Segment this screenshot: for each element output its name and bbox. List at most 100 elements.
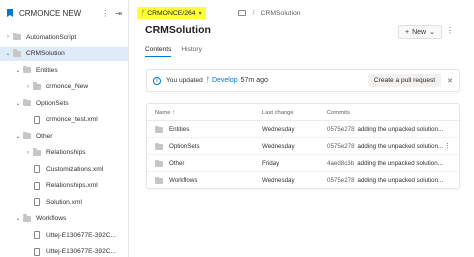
plus-icon: + (405, 28, 410, 36)
info-icon: i (153, 76, 161, 85)
chevron-down-icon: ▾ (198, 10, 202, 17)
folder-icon (22, 98, 32, 107)
commit-message: adding the unpacked solution... (357, 160, 443, 167)
commit-hash-link[interactable]: 0575e278 (327, 177, 355, 184)
row-name-label: Workflows (169, 177, 198, 184)
banner-branch-link[interactable]: ᚠ Develop (206, 77, 238, 84)
row-name[interactable]: OptionSets (155, 142, 200, 150)
tree-item-label: OptionSets (36, 99, 69, 107)
more-actions-icon[interactable]: ⋮ (446, 26, 454, 35)
table-row[interactable]: Workflows Wednesday 0575e278 adding the unp… (147, 172, 459, 189)
tree-item-label: crmonce_test.xml (46, 116, 98, 123)
breadcrumb[interactable]: CRMSolution (261, 10, 301, 17)
tree-item[interactable]: Customizations.xml (0, 162, 128, 176)
repo-icon (4, 7, 16, 19)
column-header-last-change: Last change (262, 110, 294, 116)
row-name[interactable]: Entities (155, 125, 189, 133)
folder-icon (155, 176, 163, 184)
tree-item-label: Uttej-E130677E-392C... (46, 231, 117, 239)
branch-selector[interactable]: ᚠ CRMONCE/264 ▾ (137, 7, 206, 19)
file-tree-sidebar: CRMONCE NEW ⋮ ⇥ › AutomationScript ⌄ CRMSol… (0, 0, 129, 257)
chevron-down-icon[interactable]: ⌄ (14, 215, 22, 222)
tree-item[interactable]: Uttej-E130677E-392C... (0, 228, 128, 242)
row-last-change: Friday (262, 160, 280, 167)
close-icon[interactable]: ✕ (447, 77, 453, 85)
chevron-right-icon[interactable]: › (4, 34, 12, 40)
repo-name[interactable]: CRMONCE NEW (19, 9, 81, 18)
repo-header: CRMONCE NEW ⋮ ⇥ (0, 0, 128, 26)
row-last-change: Wednesday (262, 126, 295, 133)
chevron-down-icon[interactable]: ⌄ (4, 50, 12, 57)
new-button-label: New (412, 28, 427, 36)
commit-message: adding the unpacked solution... (357, 126, 444, 133)
row-name-label: Other (169, 160, 185, 167)
folder-icon[interactable] (237, 10, 246, 16)
banner-text: You updated (166, 77, 203, 84)
tree-item-label: CRMSolution (26, 50, 65, 57)
table-row[interactable]: Entities Wednesday 0575e278 adding the unpa… (147, 121, 459, 138)
row-name[interactable]: Workflows (155, 176, 198, 184)
tree-item[interactable]: Relationships.xml (0, 179, 128, 193)
chevron-down-icon[interactable]: ⌄ (14, 67, 22, 74)
folder-icon (22, 214, 32, 223)
tree-item[interactable]: › Relationships (0, 146, 128, 160)
tree-item[interactable]: ⌄ Other (0, 129, 128, 143)
commit-message: adding the unpacked solution... (357, 177, 444, 184)
create-pull-request-button[interactable]: Create a pull request (367, 74, 442, 87)
top-bar: ᚠ CRMONCE/264 ▾ / CRMSolution (137, 6, 301, 20)
tree-item-label: Relationships.xml (46, 182, 98, 189)
row-commit: 0575e278 adding the unpacked solution... (327, 126, 443, 133)
tree-item-label: crmonce_New (46, 83, 89, 90)
column-header-commits: Commits (327, 110, 350, 116)
file-icon (32, 198, 42, 206)
tree-item-label: Uttej-E130677E-392C... (46, 248, 117, 255)
tab-contents[interactable]: Contents (145, 46, 172, 57)
chevron-down-icon[interactable]: ⌄ (14, 100, 22, 107)
row-name[interactable]: Other (155, 159, 185, 167)
commit-hash-link[interactable]: 0575e278 (327, 126, 355, 133)
collapse-icon[interactable]: ⇥ (115, 9, 122, 18)
page-title: CRMSolution (145, 24, 211, 36)
tree-item[interactable]: ⌄ Entities (0, 63, 128, 77)
row-name-label: OptionSets (169, 143, 200, 150)
chevron-down-icon[interactable]: ⌄ (14, 133, 22, 140)
tree-item[interactable]: ⌄ CRMSolution (0, 46, 128, 61)
update-banner: i You updated ᚠ Develop 57m ago Create a… (146, 69, 460, 92)
more-icon[interactable]: ⋮ (101, 9, 109, 18)
table-header: Name ↑ Last change Commits (147, 104, 459, 121)
commit-hash-link[interactable]: 0575e278 (327, 143, 355, 150)
folder-icon (155, 159, 163, 167)
tree-item[interactable]: Uttej-E130677E-392C... (0, 245, 128, 257)
tree-item-label: Other (36, 132, 53, 140)
table-row[interactable]: OptionSets Wednesday 0575e278 adding the un… (147, 138, 459, 155)
tree-item[interactable]: › crmonce_New (0, 80, 128, 94)
folder-icon (155, 142, 163, 150)
branch-name: CRMONCE/264 (147, 9, 196, 17)
folder-icon (22, 131, 32, 140)
chevron-right-icon[interactable]: › (24, 150, 32, 156)
column-header-name[interactable]: Name ↑ (155, 110, 175, 116)
tree-item[interactable]: crmonce_test.xml (0, 113, 128, 127)
row-commit: 0575e278 adding the unpacked solution... (327, 143, 443, 150)
table-row[interactable]: Other Friday 4aed8c3b adding the unpacked s… (147, 155, 459, 172)
tree-item[interactable]: Solution.xml (0, 195, 128, 209)
row-commit: 4aed8c3b adding the unpacked solution... (327, 160, 443, 167)
chevron-right-icon[interactable]: › (24, 84, 32, 90)
file-icon (32, 165, 42, 173)
tab-history[interactable]: History (181, 46, 202, 57)
tree-item-label: Workflows (36, 215, 67, 222)
folder-icon (32, 82, 42, 91)
tree-item-label: Entities (36, 66, 58, 74)
row-more-icon[interactable]: ⋮ (444, 142, 451, 150)
new-button[interactable]: + New ⌄ (398, 25, 442, 39)
tree-item[interactable]: › AutomationScript (0, 30, 128, 44)
folder-icon (12, 49, 22, 58)
tree-item[interactable]: ⌄ OptionSets (0, 96, 128, 110)
tree-item-label: Solution.xml (46, 198, 82, 206)
row-commit: 0575e278 adding the unpacked solution... (327, 177, 443, 184)
tree-item[interactable]: ⌄ Workflows (0, 212, 128, 226)
commit-hash-link[interactable]: 4aed8c3b (327, 160, 354, 167)
file-icon (32, 247, 42, 256)
branch-icon: ᚠ (141, 9, 146, 17)
tree-item-label: Customizations.xml (46, 165, 104, 173)
